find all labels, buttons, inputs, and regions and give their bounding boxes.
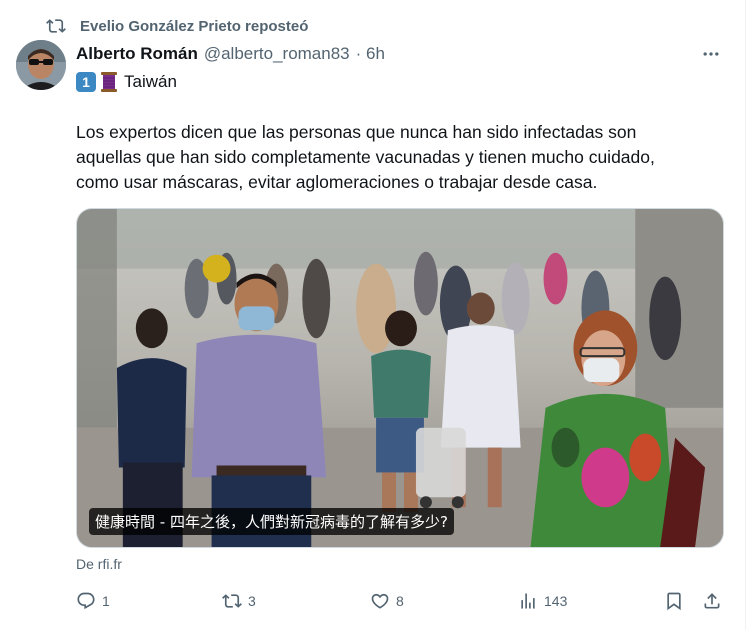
repost-button[interactable]: 3 (222, 588, 256, 614)
like-button[interactable]: 8 (370, 588, 404, 614)
analytics-icon (521, 593, 535, 609)
reply-button[interactable]: 1 (76, 588, 110, 614)
post-first-line-text: Taiwán (124, 72, 177, 91)
avatar[interactable] (16, 40, 66, 90)
street-photo (77, 209, 723, 547)
more-options-icon[interactable] (697, 44, 725, 64)
image-caption: 健康時間 - 四年之後，人們對新冠病毒的了解有多少? (89, 508, 454, 535)
author-name[interactable]: Alberto Román (76, 44, 198, 64)
repost-icon (46, 19, 66, 33)
share-icon (704, 593, 720, 609)
thread-spool-icon (101, 72, 117, 92)
repost-label[interactable]: Evelio González Prieto reposteó (80, 18, 308, 35)
action-bar: 1 3 8 143 (76, 588, 726, 614)
bookmark-button[interactable] (664, 588, 690, 614)
reply-count: 1 (102, 593, 110, 609)
repost-count: 3 (248, 593, 256, 609)
share-button[interactable] (702, 588, 728, 614)
views-button[interactable]: 143 (518, 588, 567, 614)
author-handle[interactable]: @alberto_roman83 (204, 44, 350, 64)
post-body: Los expertos dicen que las personas que … (76, 122, 655, 192)
post-card[interactable]: Evelio González Prieto reposteó Alberto … (0, 0, 746, 630)
views-count: 143 (544, 593, 568, 609)
bookmark-icon (667, 592, 681, 611)
heart-icon (371, 593, 389, 609)
keycap-one-icon: 1 (76, 72, 96, 92)
reply-icon (77, 592, 95, 610)
post-time[interactable]: · 6h (356, 44, 385, 64)
post-first-line: 1 Taiwán (76, 70, 177, 94)
like-count: 8 (396, 593, 404, 609)
post-header: Alberto Román @alberto_roman83 · 6h (76, 42, 385, 66)
post-image[interactable]: 健康時間 - 四年之後，人們對新冠病毒的了解有多少? (76, 208, 724, 548)
link-source[interactable]: De rfi.fr (76, 556, 122, 572)
repost-banner[interactable]: Evelio González Prieto reposteó (46, 14, 308, 38)
repost-icon (222, 594, 242, 608)
